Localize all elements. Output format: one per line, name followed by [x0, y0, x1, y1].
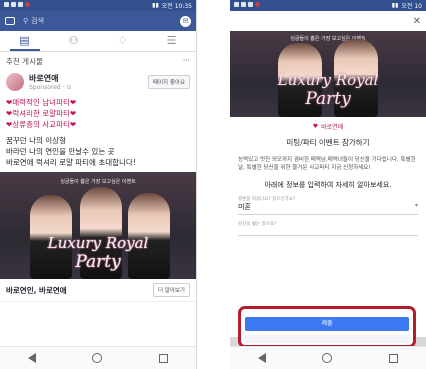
second-question-field[interactable]: 당신의 혈는 알으요?: [238, 221, 418, 236]
home-icon[interactable]: [92, 353, 103, 363]
post-header: 바로연애 Sponsored · ⊙ 페이지 좋아요: [0, 71, 196, 93]
tab-menu-icon[interactable]: ☰: [157, 31, 187, 51]
ad-footer: 바로연인, 바로연애 더 알아보기: [0, 279, 196, 302]
tab-notifications-icon[interactable]: ♢: [108, 31, 138, 51]
android-nav-bar: [230, 346, 426, 369]
form-bottom-space: [245, 335, 409, 343]
page-name[interactable]: 바로연애: [29, 73, 148, 84]
status-time: 오전 10: [401, 3, 422, 10]
form-description: 능력있고 멋진 외모까지 겸비한 매력남,매력녀들이 당신을 기다립니다, 특별…: [238, 157, 416, 171]
search-placeholder: 검색: [31, 17, 45, 25]
post-line: 바로연애 럭셔리 로얄 파티에 초대합니다!: [6, 158, 136, 167]
submit-button[interactable]: 제출: [245, 317, 409, 331]
back-icon[interactable]: [28, 353, 37, 363]
left-phone-screen: ▮▮ 오전 10:35 ⚲ 검색 ✉ ▤ ⚇ ♢ ☰ 추천 게시물 ··· 바로연…: [0, 0, 197, 369]
field-value: 미혼: [238, 203, 251, 211]
ad-title-line2: Party: [75, 252, 121, 272]
search-icon: ⚲: [23, 17, 29, 25]
like-page-button[interactable]: 페이지 좋아요: [147, 75, 190, 89]
ad-tagline: 싱글들이 뽑은 가장 보고싶은 이벤트: [60, 179, 136, 185]
status-bar: ▮▮ 오전 10:35: [0, 0, 196, 11]
post-line: ❤상류층의 사교파티❤: [6, 120, 77, 129]
ad-title-line1: Luxury Royal: [47, 234, 149, 252]
status-time: 오전 10:35: [161, 3, 192, 10]
brand-name: 바로연애: [321, 124, 344, 131]
form-title: 미팅/파티 이벤트 참가하기: [286, 138, 370, 147]
post-line: 바라던 나의 연인을 만날수 있는 곳: [6, 147, 115, 156]
android-nav-bar: [0, 346, 196, 369]
back-icon[interactable]: [258, 353, 267, 363]
ad-image[interactable]: 싱글들이 뽑은 가장 보고싶은 이벤트 Luxury Royal Party: [0, 172, 196, 279]
ad-title-line1: Luxury Royal: [277, 71, 379, 89]
marital-status-field[interactable]: 결혼을 하셨나요? 있으신가요? 미혼 ▾: [238, 196, 418, 215]
learn-more-button[interactable]: 더 알아보기: [152, 283, 190, 297]
status-bar: ▮▮ 오전 10: [230, 0, 426, 11]
form-hero-image: 싱글들이 뽑은 가장 보고싶은 이벤트 Luxury Royal Party: [230, 31, 426, 117]
notification-icons: [4, 2, 32, 9]
home-icon[interactable]: [322, 353, 333, 363]
search-bar[interactable]: ⚲ 검색: [23, 16, 180, 26]
ad-title-line2: Party: [305, 89, 351, 109]
signal-icon: ▮▮: [152, 2, 159, 9]
sponsored-label: Sponsored · ⊙: [29, 84, 72, 91]
ad-footer-title: 바로연인, 바로연애: [6, 285, 67, 295]
post-line: ❤럭셔리한 로얄파티❤: [6, 109, 77, 118]
notification-icons: [234, 2, 262, 9]
post-line: 꿈꾸던 나의 이상형: [6, 136, 66, 145]
camera-icon[interactable]: [5, 17, 15, 25]
lead-form: ♥ 바로연애 미팅/파티 이벤트 참가하기 능력있고 멋진 외모까지 겸비한 매…: [230, 117, 426, 337]
tab-friends-icon[interactable]: ⚇: [59, 31, 89, 51]
lead-form-top: ✕: [230, 11, 426, 31]
messenger-icon[interactable]: ✉: [180, 15, 191, 27]
tab-news-feed-icon[interactable]: ▤: [9, 31, 40, 51]
signal-icon: ▮▮: [391, 2, 399, 9]
top-tabs: ▤ ⚇ ♢ ☰: [0, 31, 196, 52]
submit-highlight-box: 제출: [238, 306, 416, 348]
heart-icon: ♥: [312, 123, 319, 130]
chevron-down-icon: ▾: [414, 202, 418, 209]
section-more-icon[interactable]: ···: [183, 56, 190, 67]
post-line: ❤매력적인 남녀파티❤: [6, 98, 77, 107]
suggested-posts-header: 추천 게시물 ···: [0, 52, 196, 71]
recent-apps-icon[interactable]: [388, 353, 398, 363]
right-phone-screen: ▮▮ 오전 10 ✕ 싱글들이 뽑은 가장 보고싶은 이벤트 Luxury Roy…: [230, 0, 426, 369]
avatar[interactable]: [6, 73, 24, 91]
ad-tagline: 싱글들이 뽑은 가장 보고싶은 이벤트: [290, 36, 366, 42]
post-body: ❤매력적인 남녀파티❤ ❤럭셔리한 로얄파티❤ ❤상류층의 사교파티❤ 꿈꾸던 …: [0, 93, 196, 172]
section-title: 추천 게시물: [6, 57, 43, 66]
close-icon[interactable]: ✕: [413, 16, 421, 27]
brand-row: ♥ 바로연애: [230, 117, 426, 131]
facebook-header: ⚲ 검색 ✉: [0, 11, 196, 31]
form-subtitle: 아래에 정보를 입력하여 자세히 알아보세요.: [264, 181, 392, 189]
recent-apps-icon[interactable]: [158, 353, 168, 363]
